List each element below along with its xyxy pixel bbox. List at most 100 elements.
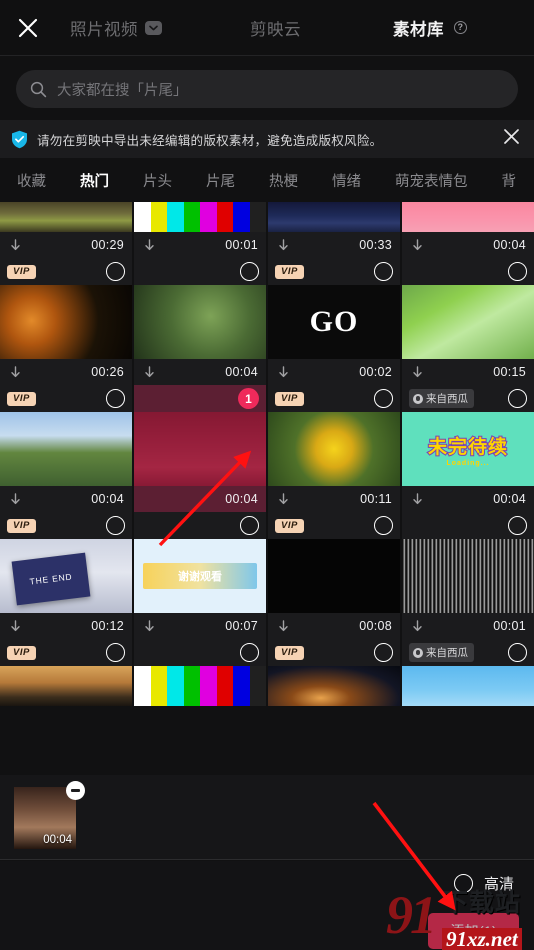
thumbnail-overlay-text: 未完待续 Loading... <box>402 412 534 486</box>
material-card[interactable]: 谢谢观看 00:07 <box>134 512 266 639</box>
material-card[interactable]: VIP <box>0 639 132 706</box>
material-card[interactable]: VIP 00:26 <box>0 258 132 385</box>
material-card[interactable]: 00:04 <box>134 258 266 385</box>
overlay-subtitle: Loading... <box>446 459 490 467</box>
download-icon[interactable] <box>142 238 157 253</box>
material-grid[interactable]: 00:29 00:01 00:33 00:04 VIP 00:26 00:04 VIP GO 00… <box>0 202 534 748</box>
download-icon[interactable] <box>410 238 425 253</box>
help-icon[interactable]: ? <box>454 21 467 34</box>
material-card[interactable]: 1 00:04 <box>134 385 266 512</box>
add-button[interactable]: 添加(1) <box>428 913 519 949</box>
selection-count-badge[interactable]: 1 <box>238 388 259 409</box>
material-card[interactable]: VIP 00:04 <box>0 385 132 512</box>
card-thumbnail[interactable]: 未完待续 Loading... <box>402 412 534 486</box>
material-card[interactable]: VIP <box>268 639 400 706</box>
card-thumbnail[interactable]: 谢谢观看 <box>134 539 266 613</box>
card-thumbnail[interactable] <box>402 202 534 232</box>
download-icon[interactable] <box>142 365 157 380</box>
card-thumbnail[interactable] <box>134 412 266 486</box>
download-icon[interactable] <box>8 492 23 507</box>
card-thumbnail[interactable] <box>134 285 266 359</box>
select-checkbox-icon[interactable] <box>106 262 125 281</box>
chevron-down-icon[interactable] <box>145 20 162 35</box>
download-icon[interactable] <box>276 365 291 380</box>
material-card[interactable]: 00:15 <box>402 258 534 385</box>
material-card[interactable]: VIP THE END 00:12 <box>0 512 132 639</box>
select-checkbox-icon[interactable] <box>106 643 125 662</box>
card-thumbnail[interactable] <box>0 202 132 232</box>
card-thumbnail[interactable] <box>268 412 400 486</box>
download-icon[interactable] <box>8 365 23 380</box>
material-card[interactable]: 00:33 <box>268 202 400 258</box>
card-thumbnail[interactable] <box>0 412 132 486</box>
card-thumbnail[interactable] <box>0 285 132 359</box>
card-thumbnail[interactable] <box>134 666 266 706</box>
material-card[interactable]: 来自西瓜 <box>402 639 534 706</box>
material-card[interactable]: VIP GO 00:02 <box>268 258 400 385</box>
download-icon[interactable] <box>410 492 425 507</box>
select-checkbox-icon[interactable] <box>374 389 393 408</box>
banner-close-button[interactable] <box>503 128 520 150</box>
material-card[interactable] <box>134 639 266 706</box>
card-thumbnail[interactable] <box>402 666 534 706</box>
material-card[interactable]: 00:01 <box>134 202 266 258</box>
remove-clip-button[interactable] <box>66 781 85 800</box>
tab-photo-video[interactable]: 照片视频 <box>70 16 162 40</box>
hd-option[interactable]: 高清 <box>453 873 514 894</box>
card-thumbnail[interactable] <box>134 202 266 232</box>
material-card[interactable]: VIP 00:08 <box>268 512 400 639</box>
select-checkbox-icon[interactable] <box>240 516 259 535</box>
card-thumbnail[interactable] <box>268 202 400 232</box>
category-tab-favorites[interactable]: 收藏 <box>17 170 46 191</box>
tray-item[interactable]: 00:04 <box>14 781 85 849</box>
tab-material-library[interactable]: 素材库 ? <box>393 16 467 40</box>
close-button[interactable] <box>0 0 56 56</box>
download-icon[interactable] <box>276 492 291 507</box>
material-card[interactable]: 00:04 <box>402 202 534 258</box>
hd-radio-icon[interactable] <box>453 874 473 893</box>
select-checkbox-icon[interactable] <box>240 262 259 281</box>
card-thumbnail[interactable] <box>268 539 400 613</box>
search-input[interactable]: 大家都在搜「片尾」 <box>57 79 188 100</box>
card-thumbnail[interactable]: GO <box>268 285 400 359</box>
category-tab-hot[interactable]: 热门 <box>80 170 109 191</box>
card-thumbnail[interactable] <box>402 285 534 359</box>
category-tab-background[interactable]: 背 <box>502 170 517 191</box>
card-thumbnail[interactable]: THE END <box>0 539 132 613</box>
category-tab-pet-stickers[interactable]: 萌宠表情包 <box>395 170 468 191</box>
download-icon[interactable] <box>8 238 23 253</box>
download-icon[interactable] <box>142 619 157 634</box>
material-card[interactable]: 来自西瓜 未完待续 Loading... 00:04 <box>402 385 534 512</box>
category-tab-opening[interactable]: 片头 <box>143 170 172 191</box>
download-icon[interactable] <box>276 619 291 634</box>
card-duration: 00:29 <box>91 238 124 252</box>
select-checkbox-icon[interactable] <box>106 389 125 408</box>
select-checkbox-icon[interactable] <box>374 262 393 281</box>
card-thumbnail[interactable] <box>268 666 400 706</box>
download-icon[interactable] <box>410 619 425 634</box>
select-checkbox-icon[interactable] <box>508 643 527 662</box>
material-card[interactable]: 00:29 <box>0 202 132 258</box>
download-icon[interactable] <box>410 365 425 380</box>
source-badge: 来自西瓜 <box>409 643 474 662</box>
search-bar[interactable]: 大家都在搜「片尾」 <box>16 70 518 108</box>
select-checkbox-icon[interactable] <box>240 643 259 662</box>
card-header: VIP <box>0 258 132 285</box>
material-card[interactable]: 00:01 <box>402 512 534 639</box>
card-thumbnail[interactable] <box>0 666 132 706</box>
select-checkbox-icon[interactable] <box>508 262 527 281</box>
category-tab-ending[interactable]: 片尾 <box>206 170 235 191</box>
tray-thumbnail[interactable]: 00:04 <box>14 787 76 849</box>
select-checkbox-icon[interactable] <box>508 516 527 535</box>
select-checkbox-icon[interactable] <box>508 389 527 408</box>
download-icon[interactable] <box>276 238 291 253</box>
tab-jianying-cloud[interactable]: 剪映云 <box>250 16 301 40</box>
select-checkbox-icon[interactable] <box>374 516 393 535</box>
material-card[interactable]: VIP 00:11 <box>268 385 400 512</box>
select-checkbox-icon[interactable] <box>374 643 393 662</box>
card-thumbnail[interactable] <box>402 539 534 613</box>
category-tab-memes[interactable]: 热梗 <box>269 170 298 191</box>
download-icon[interactable] <box>8 619 23 634</box>
select-checkbox-icon[interactable] <box>106 516 125 535</box>
category-tab-emotion[interactable]: 情绪 <box>332 170 361 191</box>
